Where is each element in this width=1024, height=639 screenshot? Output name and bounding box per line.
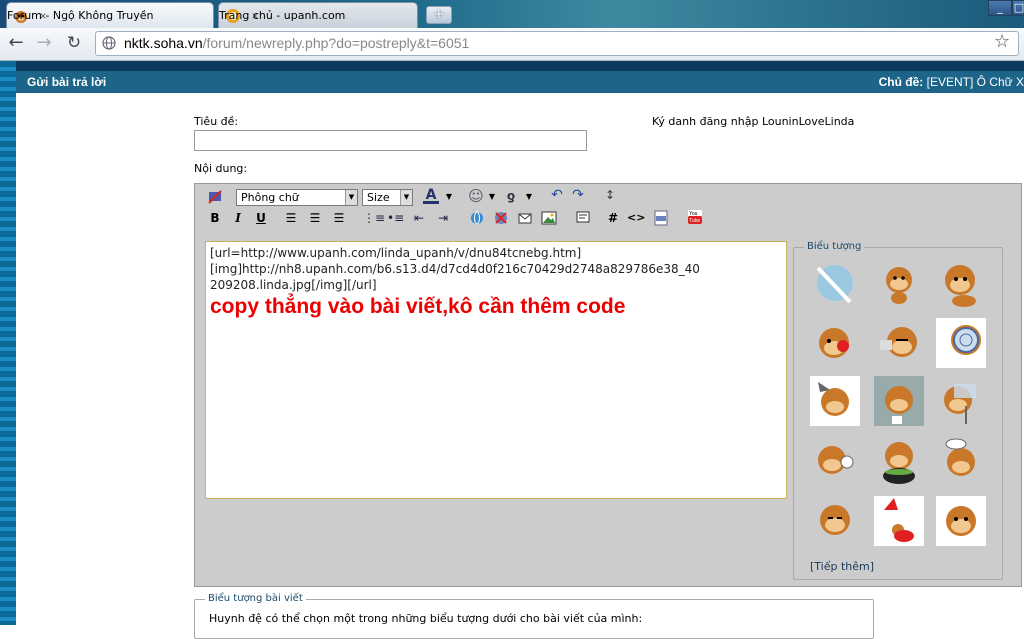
- login-user[interactable]: LouninLoveLinda: [762, 115, 854, 128]
- title-input[interactable]: [194, 130, 587, 151]
- back-icon[interactable]: ←: [5, 32, 27, 54]
- chevron-down-icon[interactable]: ▼: [484, 189, 500, 205]
- monkey-smiley-icon[interactable]: [874, 436, 924, 486]
- monkey-smiley-icon[interactable]: [874, 496, 924, 546]
- quote-icon[interactable]: ƍ: [503, 188, 519, 204]
- monkey-smiley-icon[interactable]: [936, 258, 986, 308]
- monkey-smiley-icon[interactable]: [936, 318, 986, 368]
- content-label: Nội dung:: [194, 162, 248, 175]
- reply-frame: Gửi bài trả lời Chủ đề: [EVENT] Ô Chữ X …: [16, 71, 1024, 639]
- editor-line: [img]http://nh8.upanh.com/b6.s13.d4/d7cd…: [210, 262, 700, 276]
- monkey-smiley-icon[interactable]: [810, 376, 860, 426]
- address-bar[interactable]: nktk.soha.vn/forum/newreply.php?do=postr…: [95, 31, 1019, 56]
- undo-icon[interactable]: ↶: [549, 187, 565, 203]
- align-right-icon[interactable]: ☰: [331, 210, 347, 226]
- post-icons-legend: Biểu tượng bài viết: [205, 593, 306, 604]
- remove-format-icon[interactable]: [207, 189, 223, 205]
- monkey-smiley-icon[interactable]: [810, 496, 860, 546]
- new-tab-button[interactable]: +: [426, 6, 452, 24]
- tab-title: Forum - Ngộ Không Truyền: [7, 9, 154, 22]
- reply-form: Tiêu đề: Ký danh đăng nhập LouninLoveLin…: [22, 101, 1024, 639]
- post-icons-text: Huynh đệ có thể chọn một trong những biể…: [209, 612, 643, 625]
- left-decoration: [0, 61, 16, 625]
- monkey-smiley-icon[interactable]: [810, 318, 860, 368]
- post-icons-panel: Biểu tượng bài viết Huynh đệ có thể chọn…: [194, 593, 874, 639]
- image-icon[interactable]: [541, 210, 557, 226]
- message-textarea[interactable]: [url=http://www.upanh.com/linda_upanh/v/…: [205, 241, 787, 499]
- monkey-smiley-icon[interactable]: [936, 436, 986, 486]
- thread-title[interactable]: [EVENT] Ô Chữ X: [927, 75, 1024, 89]
- smiley-icon[interactable]: ☺: [468, 188, 484, 204]
- link-icon[interactable]: [469, 210, 485, 226]
- title-label: Tiêu đề:: [194, 115, 239, 128]
- outdent-icon[interactable]: ⇤: [411, 210, 427, 226]
- more-smilies-link[interactable]: [Tiếp thêm]: [810, 560, 874, 573]
- page-title: Gửi bài trả lời: [27, 75, 107, 89]
- bold-icon[interactable]: B: [207, 210, 223, 226]
- redo-icon[interactable]: ↷: [570, 187, 586, 203]
- monkey-smiley-icon[interactable]: [810, 258, 860, 308]
- font-select[interactable]: Phông chữ ▼: [236, 189, 358, 206]
- code-icon[interactable]: <>: [627, 210, 645, 226]
- chevron-down-icon[interactable]: ▼: [521, 189, 537, 205]
- monkey-smiley-icon[interactable]: [936, 376, 986, 426]
- smilies-panel: Biểu tượng [Tiếp thêm]: [793, 241, 1003, 580]
- indent-icon[interactable]: ⇥: [435, 210, 451, 226]
- minimize-button[interactable]: _: [988, 0, 1012, 16]
- youtube-icon[interactable]: YouTube: [687, 209, 703, 225]
- editor-overlay-text: copy thẳng vào bài viết,kô cần thêm code: [210, 295, 626, 318]
- unlink-icon[interactable]: [493, 210, 509, 226]
- align-left-icon[interactable]: ☰: [283, 210, 299, 226]
- quote-block-icon[interactable]: [575, 210, 591, 226]
- align-center-icon[interactable]: ☰: [307, 210, 323, 226]
- bookmark-star-icon[interactable]: ☆: [994, 31, 1010, 52]
- svg-text:Tube: Tube: [689, 218, 700, 224]
- email-icon[interactable]: [517, 210, 533, 226]
- font-color-icon[interactable]: A: [423, 187, 439, 204]
- hash-icon[interactable]: #: [605, 210, 621, 226]
- tab-forum[interactable]: Forum - Ngộ Không Truyền ×: [6, 2, 214, 28]
- editor-line: [url=http://www.upanh.com/linda_upanh/v/…: [210, 246, 582, 260]
- forward-icon[interactable]: →: [33, 32, 55, 54]
- tab-upanh[interactable]: Trang chủ - upanh.com ×: [218, 2, 418, 28]
- chevron-down-icon[interactable]: ▼: [441, 189, 457, 205]
- web-page: Gửi bài trả lời Chủ đề: [EVENT] Ô Chữ X …: [0, 61, 1024, 639]
- browser-tab-strip: Forum - Ngộ Không Truyền × Trang chủ - u…: [0, 0, 1024, 28]
- monkey-smiley-icon[interactable]: [874, 318, 924, 368]
- php-icon[interactable]: [653, 210, 669, 226]
- size-select[interactable]: Size ▼: [362, 189, 413, 206]
- italic-icon[interactable]: I: [230, 210, 246, 226]
- monkey-smiley-icon[interactable]: [936, 496, 986, 546]
- ordered-list-icon[interactable]: ⋮≡: [363, 210, 385, 226]
- resize-icon[interactable]: ↕: [602, 187, 618, 203]
- thread-label: Chủ đề:: [878, 75, 924, 89]
- tab-title: Trang chủ - upanh.com: [219, 9, 346, 22]
- svg-text:You: You: [689, 211, 698, 217]
- monkey-smiley-icon[interactable]: [874, 258, 924, 308]
- url-path: /forum/newreply.php?do=postreply&t=6051: [202, 35, 470, 51]
- editor: Phông chữ ▼ Size ▼ A ▼ ☺ ▼ ƍ ▼ ↶ ↷ ↕ B I U…: [194, 183, 1022, 587]
- login-text: Ký danh đăng nhập LouninLoveLinda: [652, 115, 855, 128]
- globe-icon: [102, 36, 116, 50]
- maximize-button[interactable]: □: [1012, 0, 1024, 16]
- monkey-smiley-icon[interactable]: [874, 376, 924, 426]
- smilies-legend: Biểu tượng: [804, 241, 865, 252]
- chevron-down-icon: ▼: [400, 190, 412, 205]
- url-host: nktk.soha.vn: [124, 35, 203, 51]
- monkey-smiley-icon[interactable]: [810, 436, 860, 486]
- underline-icon[interactable]: U: [253, 210, 269, 226]
- unordered-list-icon[interactable]: •≡: [387, 210, 404, 226]
- reply-header: Gửi bài trả lời Chủ đề: [EVENT] Ô Chữ X: [16, 71, 1024, 93]
- chevron-down-icon: ▼: [345, 190, 357, 205]
- editor-line: 209208.linda.jpg[/img][/url]: [210, 278, 377, 292]
- reload-icon[interactable]: ↻: [63, 32, 85, 54]
